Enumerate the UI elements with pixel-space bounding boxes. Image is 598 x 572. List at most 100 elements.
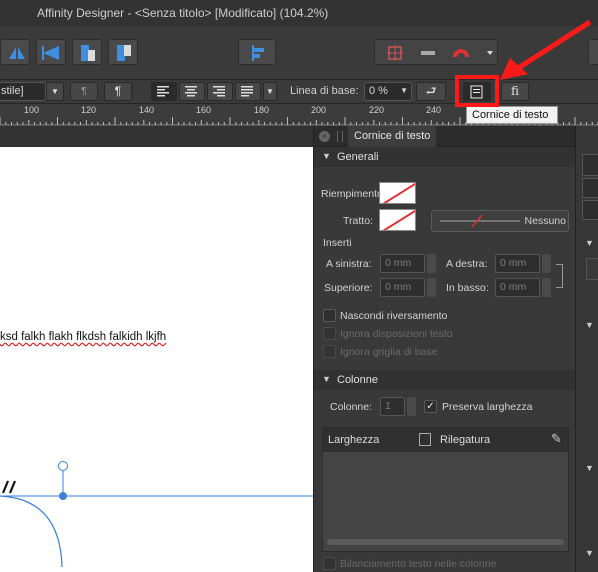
inset-bottom-input[interactable]: 0 mm: [495, 278, 540, 297]
justify-dropdown-button[interactable]: ▼: [263, 82, 277, 101]
link-insets-icon[interactable]: [556, 264, 563, 288]
inset-right-value: 0 mm: [500, 257, 527, 269]
inset-left-label: A sinistra:: [326, 258, 372, 270]
preserve-width-checkbox[interactable]: ✓: [424, 400, 437, 413]
align-left-text-button[interactable]: [151, 82, 177, 101]
align-center-text-button[interactable]: [179, 82, 205, 101]
inset-right-label: A destra:: [446, 258, 488, 270]
canvas-top-strip: [0, 126, 313, 147]
tab-text-frame[interactable]: Cornice di testo: [348, 126, 437, 147]
selection-handle[interactable]: [59, 492, 67, 500]
tooltip: Cornice di testo: [466, 106, 558, 124]
close-panel-icon[interactable]: ×: [319, 131, 330, 142]
collapse-triangle-icon: ▼: [322, 374, 331, 384]
panel-grip-icon[interactable]: [337, 131, 343, 142]
section-columns-title: Colonne: [337, 374, 378, 386]
inset-top-value: 0 mm: [385, 281, 412, 293]
mini-field[interactable]: [582, 178, 598, 198]
arrange-forward-button[interactable]: [72, 39, 102, 65]
main-toolbar: [0, 26, 598, 80]
inset-right-input[interactable]: 0 mm: [495, 254, 540, 273]
ruler-tick-label: 160: [196, 105, 212, 115]
inset-top-stepper[interactable]: [427, 278, 436, 297]
paragraph-style-select[interactable]: stile]: [0, 82, 46, 101]
section-columns[interactable]: ▼ Colonne: [314, 370, 576, 390]
inset-top-input[interactable]: 0 mm: [380, 278, 425, 297]
hide-overflow-label: Nascondi riversamento: [340, 310, 448, 322]
text-frame-panel: × Cornice di testo ▼ Generali Riempiment…: [313, 126, 576, 572]
inset-left-input[interactable]: 0 mm: [380, 254, 425, 273]
columns-count-label: Colonne:: [330, 401, 373, 413]
fill-label: Riempimento:: [321, 188, 386, 200]
ruler-tick-label: 180: [254, 105, 270, 115]
collapse-triangle-icon[interactable]: ▼: [585, 320, 594, 330]
collapse-triangle-icon[interactable]: ▼: [585, 548, 594, 558]
fill-swatch[interactable]: [379, 182, 416, 204]
insets-label: Inserti: [323, 237, 352, 249]
inset-bottom-value: 0 mm: [500, 281, 527, 293]
ruler-tick-label: 200: [311, 105, 327, 115]
collapse-triangle-icon[interactable]: ▼: [585, 463, 594, 473]
pilcrow-small-icon: ¶: [81, 86, 87, 97]
ignore-wrap-checkbox[interactable]: [323, 327, 336, 340]
more-button[interactable]: [588, 39, 598, 65]
ruler-tick-label: 240: [426, 105, 442, 115]
justify-text-button[interactable]: [235, 82, 261, 101]
columns-count-input[interactable]: 1: [380, 397, 405, 416]
tooltip-text: Cornice di testo: [472, 109, 549, 121]
collapse-triangle-icon: ▼: [322, 151, 331, 161]
document-page[interactable]: ksd falkh flakh flkdsh falkidh lkjfh: [0, 147, 313, 572]
paragraph-style-button[interactable]: ¶: [70, 82, 98, 101]
return-arrow-icon: ⮐: [425, 84, 437, 98]
ignore-grid-checkbox[interactable]: [323, 345, 336, 358]
align-right-text-icon: [213, 86, 225, 97]
flip-horizontal-button[interactable]: [0, 39, 30, 65]
inset-bottom-label: In basso:: [446, 282, 489, 294]
magnet-icon[interactable]: [448, 39, 478, 65]
selection-overlay: [0, 469, 313, 568]
show-special-characters-button[interactable]: ¶: [104, 82, 132, 101]
flip-vertical-button[interactable]: [36, 39, 66, 65]
mini-field[interactable]: [586, 258, 598, 280]
window-title: Affinity Designer - <Senza titolo> [Modi…: [37, 6, 329, 20]
columns-count-stepper[interactable]: [407, 397, 416, 416]
stroke-style-button[interactable]: Nessuno: [431, 210, 569, 232]
text-frame-button[interactable]: [463, 82, 491, 101]
arrange-back-button[interactable]: [108, 39, 138, 65]
stroke-label: Tratto:: [343, 215, 373, 227]
align-center-text-icon: [185, 86, 197, 97]
panel-tabs: × Cornice di testo: [314, 126, 576, 147]
snapping-options-icon[interactable]: [414, 39, 440, 65]
columns-count-value: 1: [385, 400, 391, 412]
align-button[interactable]: [238, 39, 276, 65]
stroke-swatch[interactable]: [379, 209, 416, 231]
inset-right-stepper[interactable]: [542, 254, 551, 273]
send-back-icon: [117, 45, 131, 61]
mini-field[interactable]: [582, 200, 598, 220]
text-wrap-button[interactable]: ⮐: [416, 82, 446, 101]
section-general[interactable]: ▼ Generali: [314, 147, 576, 167]
flip-vertical-icon: [42, 46, 59, 60]
align-left-icon: [252, 45, 264, 61]
document-canvas[interactable]: ksd falkh flakh flkdsh falkidh lkjfh: [0, 126, 313, 572]
inset-left-stepper[interactable]: [427, 254, 436, 273]
mini-field[interactable]: [582, 154, 598, 176]
collapse-triangle-icon[interactable]: ▼: [585, 238, 594, 248]
snapping-grid-icon[interactable]: [384, 39, 410, 65]
style-dropdown-button[interactable]: ▼: [46, 82, 64, 101]
columns-scrollbar[interactable]: [327, 539, 564, 545]
chevron-down-icon: ▼: [400, 86, 408, 95]
pencil-icon[interactable]: ✎: [551, 431, 562, 447]
hide-overflow-checkbox[interactable]: [323, 309, 336, 322]
rotation-handle[interactable]: [58, 461, 68, 471]
align-right-text-button[interactable]: [207, 82, 233, 101]
secondary-panel-strip: ▼ ▼ ▼ ▼: [575, 126, 598, 572]
typography-button[interactable]: ﬁ: [501, 82, 529, 101]
balance-columns-checkbox[interactable]: [323, 557, 336, 570]
baseline-input[interactable]: 0 % ▼: [364, 82, 412, 101]
inset-bottom-stepper[interactable]: [542, 278, 551, 297]
column-icon: [419, 433, 431, 446]
stroke-preview-icon: [440, 214, 520, 228]
ruler-tick-label: 120: [81, 105, 97, 115]
inset-top-label: Superiore:: [324, 282, 373, 294]
